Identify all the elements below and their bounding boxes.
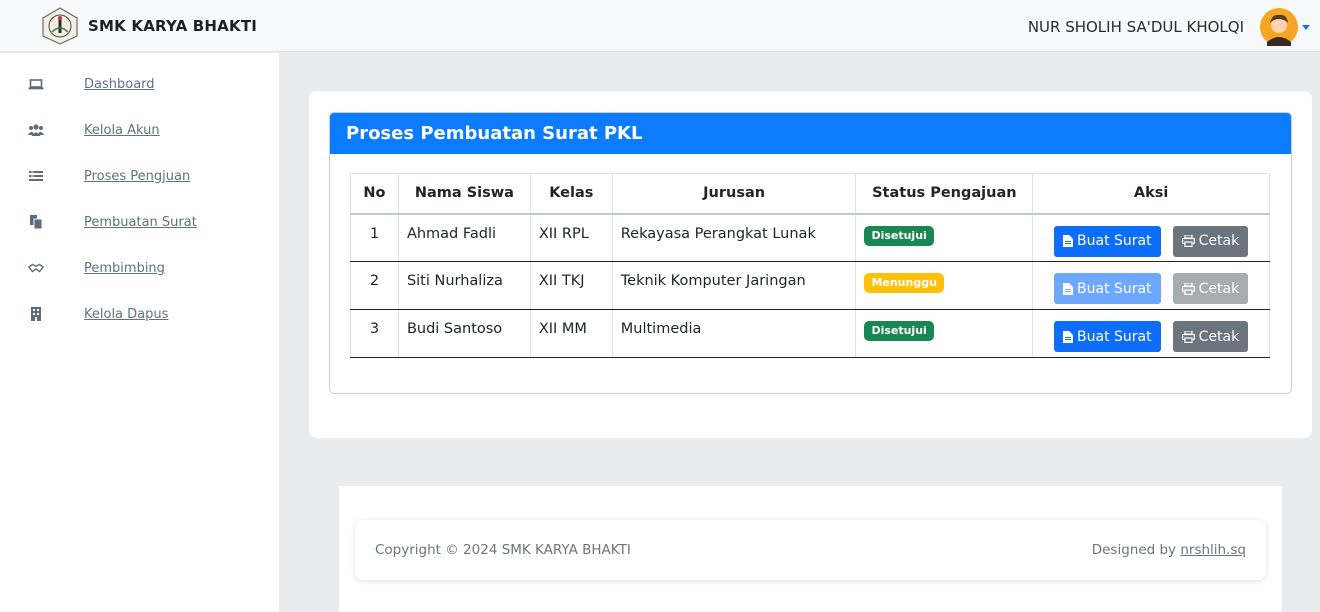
avatar[interactable] (1260, 8, 1298, 46)
cetak-button: Cetak (1172, 273, 1249, 304)
print-icon (1181, 330, 1195, 343)
copyright-text: Copyright © 2024 SMK KARYA BHAKTI (375, 542, 631, 558)
buat-surat-button: Buat Surat (1054, 273, 1161, 304)
cell-nama: Budi Santoso (397, 309, 531, 358)
sidebar-item-label: Dashboard (84, 76, 155, 92)
buat-surat-button[interactable]: Buat Surat (1054, 321, 1161, 352)
cell-status: Disetujui (855, 309, 1034, 358)
sidebar-item-dashboard[interactable]: Dashboard (0, 69, 279, 99)
brand-name: SMK KARYA BHAKTI (88, 16, 258, 35)
column-header: Jurusan (611, 173, 857, 215)
file-icon (1063, 282, 1074, 295)
top-navbar: SMK KARYA BHAKTI NUR SHOLIH SA'DUL KHOLQ… (0, 0, 1320, 52)
sidebar-item-label: Proses Pengjuan (84, 168, 191, 184)
sidebar-item-pembimbing[interactable]: Pembimbing (0, 253, 279, 283)
school-logo-icon (42, 6, 78, 45)
footer: Copyright © 2024 SMK KARYA BHAKTI Design… (355, 520, 1266, 580)
sidebar-item-label: Pembimbing (84, 260, 165, 276)
buat-surat-label: Buat Surat (1077, 280, 1152, 297)
column-header: Aksi (1032, 173, 1270, 215)
cell-kelas: XII RPL (529, 213, 613, 262)
table-row: 2 Siti Nurhaliza XII TKJ Teknik Komputer… (350, 261, 1270, 310)
cell-kelas: XII TKJ (529, 261, 613, 310)
surat-table: No Nama Siswa Kelas Jurusan Status Penga… (350, 173, 1270, 358)
user-menu[interactable]: NUR SHOLIH SA'DUL KHOLQI (1028, 8, 1310, 46)
chevron-down-icon[interactable] (1302, 24, 1310, 30)
laptop-icon (28, 76, 44, 92)
sidebar-item-label: Kelola Akun (84, 122, 160, 138)
column-header: Kelas (529, 173, 613, 215)
status-badge: Disetujui (864, 225, 934, 246)
cetak-label: Cetak (1198, 328, 1240, 345)
cell-nama: Ahmad Fadli (397, 213, 531, 262)
file-icon (1063, 330, 1074, 343)
handshake-icon (28, 260, 44, 276)
sidebar-item-label: Pembuatan Surat (84, 214, 197, 230)
designed-by: Designed by nrshlih.sq (1092, 542, 1246, 558)
table-header-row: No Nama Siswa Kelas Jurusan Status Penga… (350, 173, 1270, 215)
building-icon (28, 306, 44, 322)
sidebar-item-kelola-akun[interactable]: Kelola Akun (0, 115, 279, 145)
users-icon (28, 122, 44, 138)
table-row: 1 Ahmad Fadli XII RPL Rekayasa Perangkat… (350, 213, 1270, 262)
cetak-label: Cetak (1198, 233, 1240, 249)
print-icon (1181, 235, 1195, 247)
cetak-label: Cetak (1198, 280, 1240, 297)
cell-aksi: Buat Surat Cetak (1032, 213, 1270, 262)
buat-surat-label: Buat Surat (1077, 328, 1152, 345)
cetak-button[interactable]: Cetak (1172, 225, 1249, 257)
buat-surat-label: Buat Surat (1077, 233, 1152, 249)
cell-nama: Siti Nurhaliza (397, 261, 531, 310)
cell-status: Menunggu (855, 261, 1034, 310)
sidebar: Dashboard Kelola Akun Proses Pengjuan Pe… (0, 53, 279, 612)
cetak-button[interactable]: Cetak (1172, 321, 1249, 352)
cell-jurusan: Teknik Komputer Jaringan (611, 261, 857, 310)
column-header: No (350, 173, 399, 215)
status-badge: Menunggu (864, 273, 944, 293)
panel-title: Proses Pembuatan Surat PKL (330, 113, 1291, 154)
print-icon (1181, 282, 1195, 295)
sidebar-item-proses-pengjuan[interactable]: Proses Pengjuan (0, 161, 279, 191)
user-name: NUR SHOLIH SA'DUL KHOLQI (1027, 18, 1244, 36)
surat-panel: Proses Pembuatan Surat PKL No Nama Siswa… (329, 112, 1292, 394)
status-badge: Disetujui (864, 321, 934, 341)
copy-icon (28, 214, 44, 230)
cell-jurusan: Rekayasa Perangkat Lunak (611, 213, 857, 262)
cell-kelas: XII MM (529, 309, 613, 358)
cell-no: 1 (350, 213, 399, 262)
sidebar-item-kelola-dapus[interactable]: Kelola Dapus (0, 299, 279, 329)
brand[interactable]: SMK KARYA BHAKTI (40, 6, 257, 46)
designer-link[interactable]: nrshlih.sq (1180, 542, 1246, 558)
cell-jurusan: Multimedia (611, 309, 857, 358)
cell-status: Disetujui (855, 213, 1034, 262)
sidebar-item-pembuatan-surat[interactable]: Pembuatan Surat (0, 207, 279, 237)
list-icon (28, 168, 44, 184)
designed-prefix: Designed by (1091, 542, 1177, 558)
table-row: 3 Budi Santoso XII MM Multimedia Disetuj… (350, 309, 1270, 358)
column-header: Status Pengajuan (855, 173, 1034, 215)
cell-aksi: Buat Surat Cetak (1032, 309, 1270, 358)
buat-surat-button[interactable]: Buat Surat (1054, 225, 1161, 257)
file-icon (1063, 235, 1074, 247)
cell-aksi: Buat Surat Cetak (1032, 261, 1270, 310)
cell-no: 3 (350, 309, 399, 358)
column-header: Nama Siswa (397, 173, 531, 215)
cell-no: 2 (350, 261, 399, 310)
sidebar-item-label: Kelola Dapus (84, 306, 169, 322)
